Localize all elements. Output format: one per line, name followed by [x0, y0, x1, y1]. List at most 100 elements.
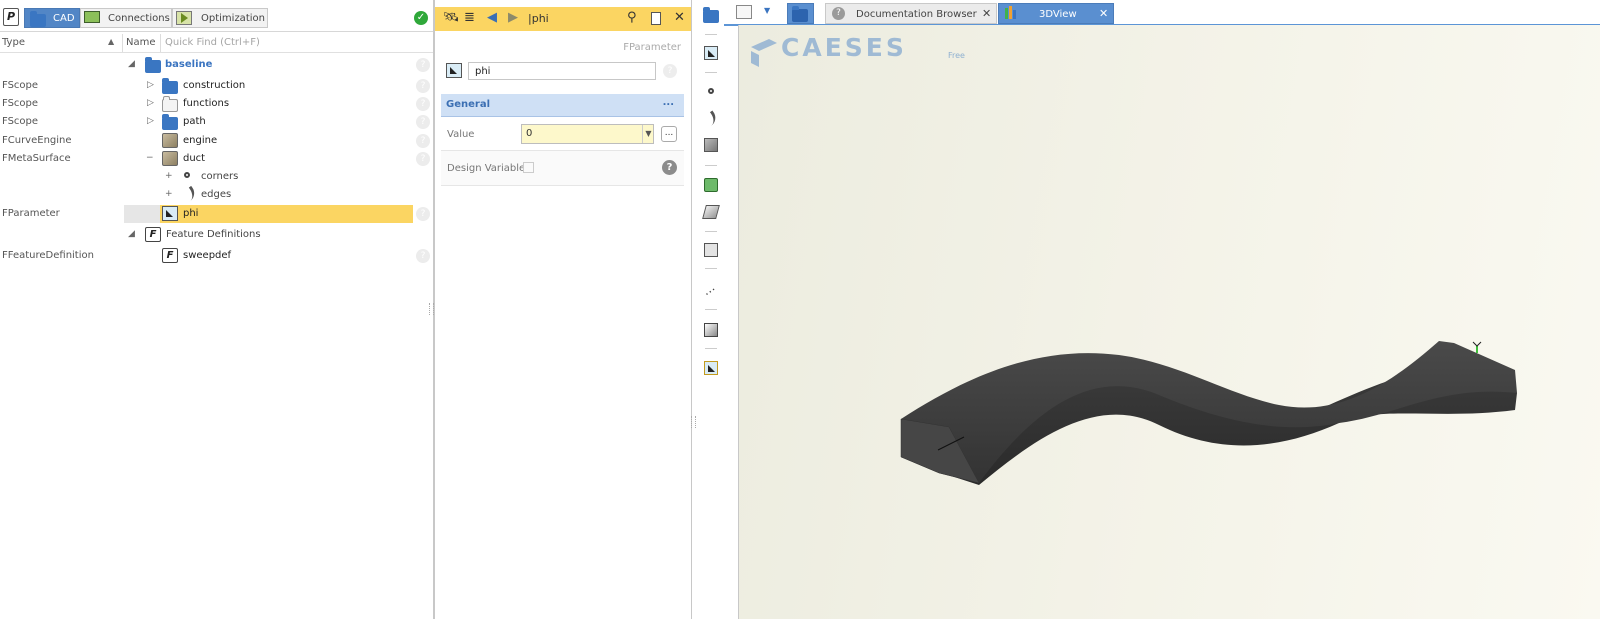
help-icon[interactable]: ?: [662, 160, 677, 175]
help-icon[interactable]: ?: [416, 134, 430, 148]
folder-icon[interactable]: [703, 7, 719, 23]
name-field[interactable]: phi: [468, 62, 656, 80]
tree-row-baseline[interactable]: ◢ baseline ?: [0, 56, 433, 74]
collapse-icon[interactable]: ◢: [128, 229, 135, 239]
copy-icon[interactable]: [651, 12, 661, 25]
tree-row-feature-definitions[interactable]: ◢ F Feature Definitions: [0, 226, 433, 244]
expand-icon[interactable]: +: [165, 189, 173, 199]
point-icon[interactable]: [708, 88, 714, 94]
properties-panel: 🛰 ≣ ◀ ▶ |phi ⚲ ✕ FParameter phi ? Genera…: [434, 0, 692, 619]
chevron-down-icon[interactable]: ▼: [642, 125, 654, 143]
close-icon[interactable]: ✕: [674, 11, 685, 25]
status-ok-icon[interactable]: ✓: [414, 11, 428, 25]
play-icon: [176, 11, 192, 25]
tree-row-construction[interactable]: FScope ▷ construction ?: [0, 77, 433, 95]
help-icon: ?: [832, 7, 845, 20]
design-variable-checkbox[interactable]: [523, 162, 534, 173]
help-icon[interactable]: ?: [416, 79, 430, 93]
tree-row-functions[interactable]: FScope ▷ functions ?: [0, 95, 433, 113]
collapse-icon[interactable]: ◢: [128, 59, 135, 69]
tab-optimization[interactable]: Optimization: [172, 8, 268, 28]
parameter-icon: [446, 63, 462, 78]
expand-icon[interactable]: ▷: [147, 80, 154, 90]
search-icon[interactable]: ⚲: [627, 11, 637, 25]
vertical-toolbar: ⋯: [697, 0, 724, 619]
design-variable-label: Design Variable: [447, 163, 526, 174]
mesh-icon[interactable]: [704, 243, 718, 257]
tree-item-type: FParameter: [2, 208, 60, 219]
help-icon[interactable]: ?: [416, 152, 430, 166]
surface-icon[interactable]: [704, 138, 718, 152]
axis-icon: [1009, 6, 1012, 19]
tree-row-engine[interactable]: FCurveEngine engine ?: [0, 132, 433, 150]
point-icon: [184, 172, 190, 178]
object-tree-panel: P CAD Connections Optimization ✓ Type ▲ …: [0, 0, 434, 619]
tree-item-label: functions: [183, 98, 230, 109]
expand-icon[interactable]: ▷: [147, 116, 154, 126]
toolbar-separator: [705, 34, 717, 35]
solid-icon[interactable]: [702, 205, 720, 219]
list-icon[interactable]: ≣: [464, 11, 475, 25]
feature-icon[interactable]: [704, 323, 718, 337]
tree-row-sweepdef[interactable]: FFeatureDefinition F sweepdef ?: [0, 247, 433, 265]
splitter-handle[interactable]: [691, 416, 696, 428]
help-icon[interactable]: ?: [416, 249, 430, 263]
tree-item-label: baseline: [165, 59, 213, 70]
left-tab-bar: P CAD Connections Optimization ✓: [0, 7, 433, 32]
tree-row-corners[interactable]: + corners: [0, 168, 433, 186]
tree-item-label: sweepdef: [183, 250, 232, 261]
help-icon[interactable]: ?: [416, 115, 430, 129]
folder-icon: [30, 11, 46, 27]
quick-find-input[interactable]: Quick Find (Ctrl+F): [165, 37, 260, 48]
tab-3dview[interactable]: 3DView ✕: [998, 3, 1114, 24]
folder-tab[interactable]: [787, 3, 814, 24]
section-general-header[interactable]: General ...: [441, 94, 684, 117]
tree-row-duct[interactable]: FMetaSurface − duct ?: [0, 150, 433, 168]
tree-row-path[interactable]: FScope ▷ path ?: [0, 113, 433, 131]
more-options-button[interactable]: ...: [661, 126, 677, 142]
back-arrow-icon[interactable]: ◀: [487, 11, 497, 25]
curve-icon[interactable]: [701, 110, 720, 128]
duct-model: [900, 341, 1517, 485]
column-name-header[interactable]: Name: [126, 37, 156, 48]
parameter-icon: [162, 206, 178, 221]
tab-connections[interactable]: Connections: [80, 8, 172, 28]
monitor-icon: [84, 11, 100, 23]
feature-icon: F: [162, 248, 178, 263]
tree-item-label: construction: [183, 80, 246, 91]
help-icon[interactable]: ?: [416, 97, 430, 111]
parameter-icon[interactable]: [704, 46, 718, 60]
section-menu-icon[interactable]: ...: [663, 97, 674, 108]
chevron-down-icon[interactable]: ▼: [764, 6, 770, 15]
project-icon[interactable]: P: [3, 8, 19, 26]
help-icon[interactable]: ?: [416, 58, 430, 72]
layout-icon[interactable]: [736, 5, 752, 19]
tree-row-edges[interactable]: + edges: [0, 185, 433, 205]
3d-viewport[interactable]: CAESES Free: [738, 25, 1600, 619]
green-surface-icon[interactable]: [704, 178, 718, 192]
expand-icon[interactable]: ▷: [147, 98, 154, 108]
tree-item-type: FScope: [2, 116, 39, 127]
satellite-icon[interactable]: 🛰: [443, 11, 460, 25]
close-tab-icon[interactable]: ✕: [1099, 7, 1108, 20]
tab-documentation-browser[interactable]: ? Documentation Browser ✕: [825, 3, 997, 24]
tab-cad[interactable]: CAD: [24, 8, 80, 28]
meta-surface-icon: [162, 151, 178, 166]
tree-row-phi[interactable]: FParameter phi ?: [0, 205, 433, 223]
column-divider: [122, 34, 123, 52]
feature-icon: F: [145, 227, 161, 242]
column-type-header[interactable]: Type: [2, 37, 25, 48]
collapse-icon[interactable]: −: [146, 153, 154, 163]
value-input[interactable]: 0: [521, 124, 654, 144]
toolbar-separator: [705, 268, 717, 269]
expand-icon[interactable]: +: [165, 171, 173, 181]
help-icon[interactable]: ?: [416, 207, 430, 221]
dotted-line-icon[interactable]: ⋯: [701, 281, 720, 300]
parameter-icon[interactable]: [704, 361, 718, 375]
close-tab-icon[interactable]: ✕: [982, 7, 991, 20]
sort-up-icon[interactable]: ▲: [108, 37, 114, 46]
help-icon[interactable]: ?: [663, 64, 677, 78]
forward-arrow-icon[interactable]: ▶: [508, 11, 518, 25]
tree-item-label: path: [183, 116, 206, 127]
folder-icon: [792, 6, 808, 22]
